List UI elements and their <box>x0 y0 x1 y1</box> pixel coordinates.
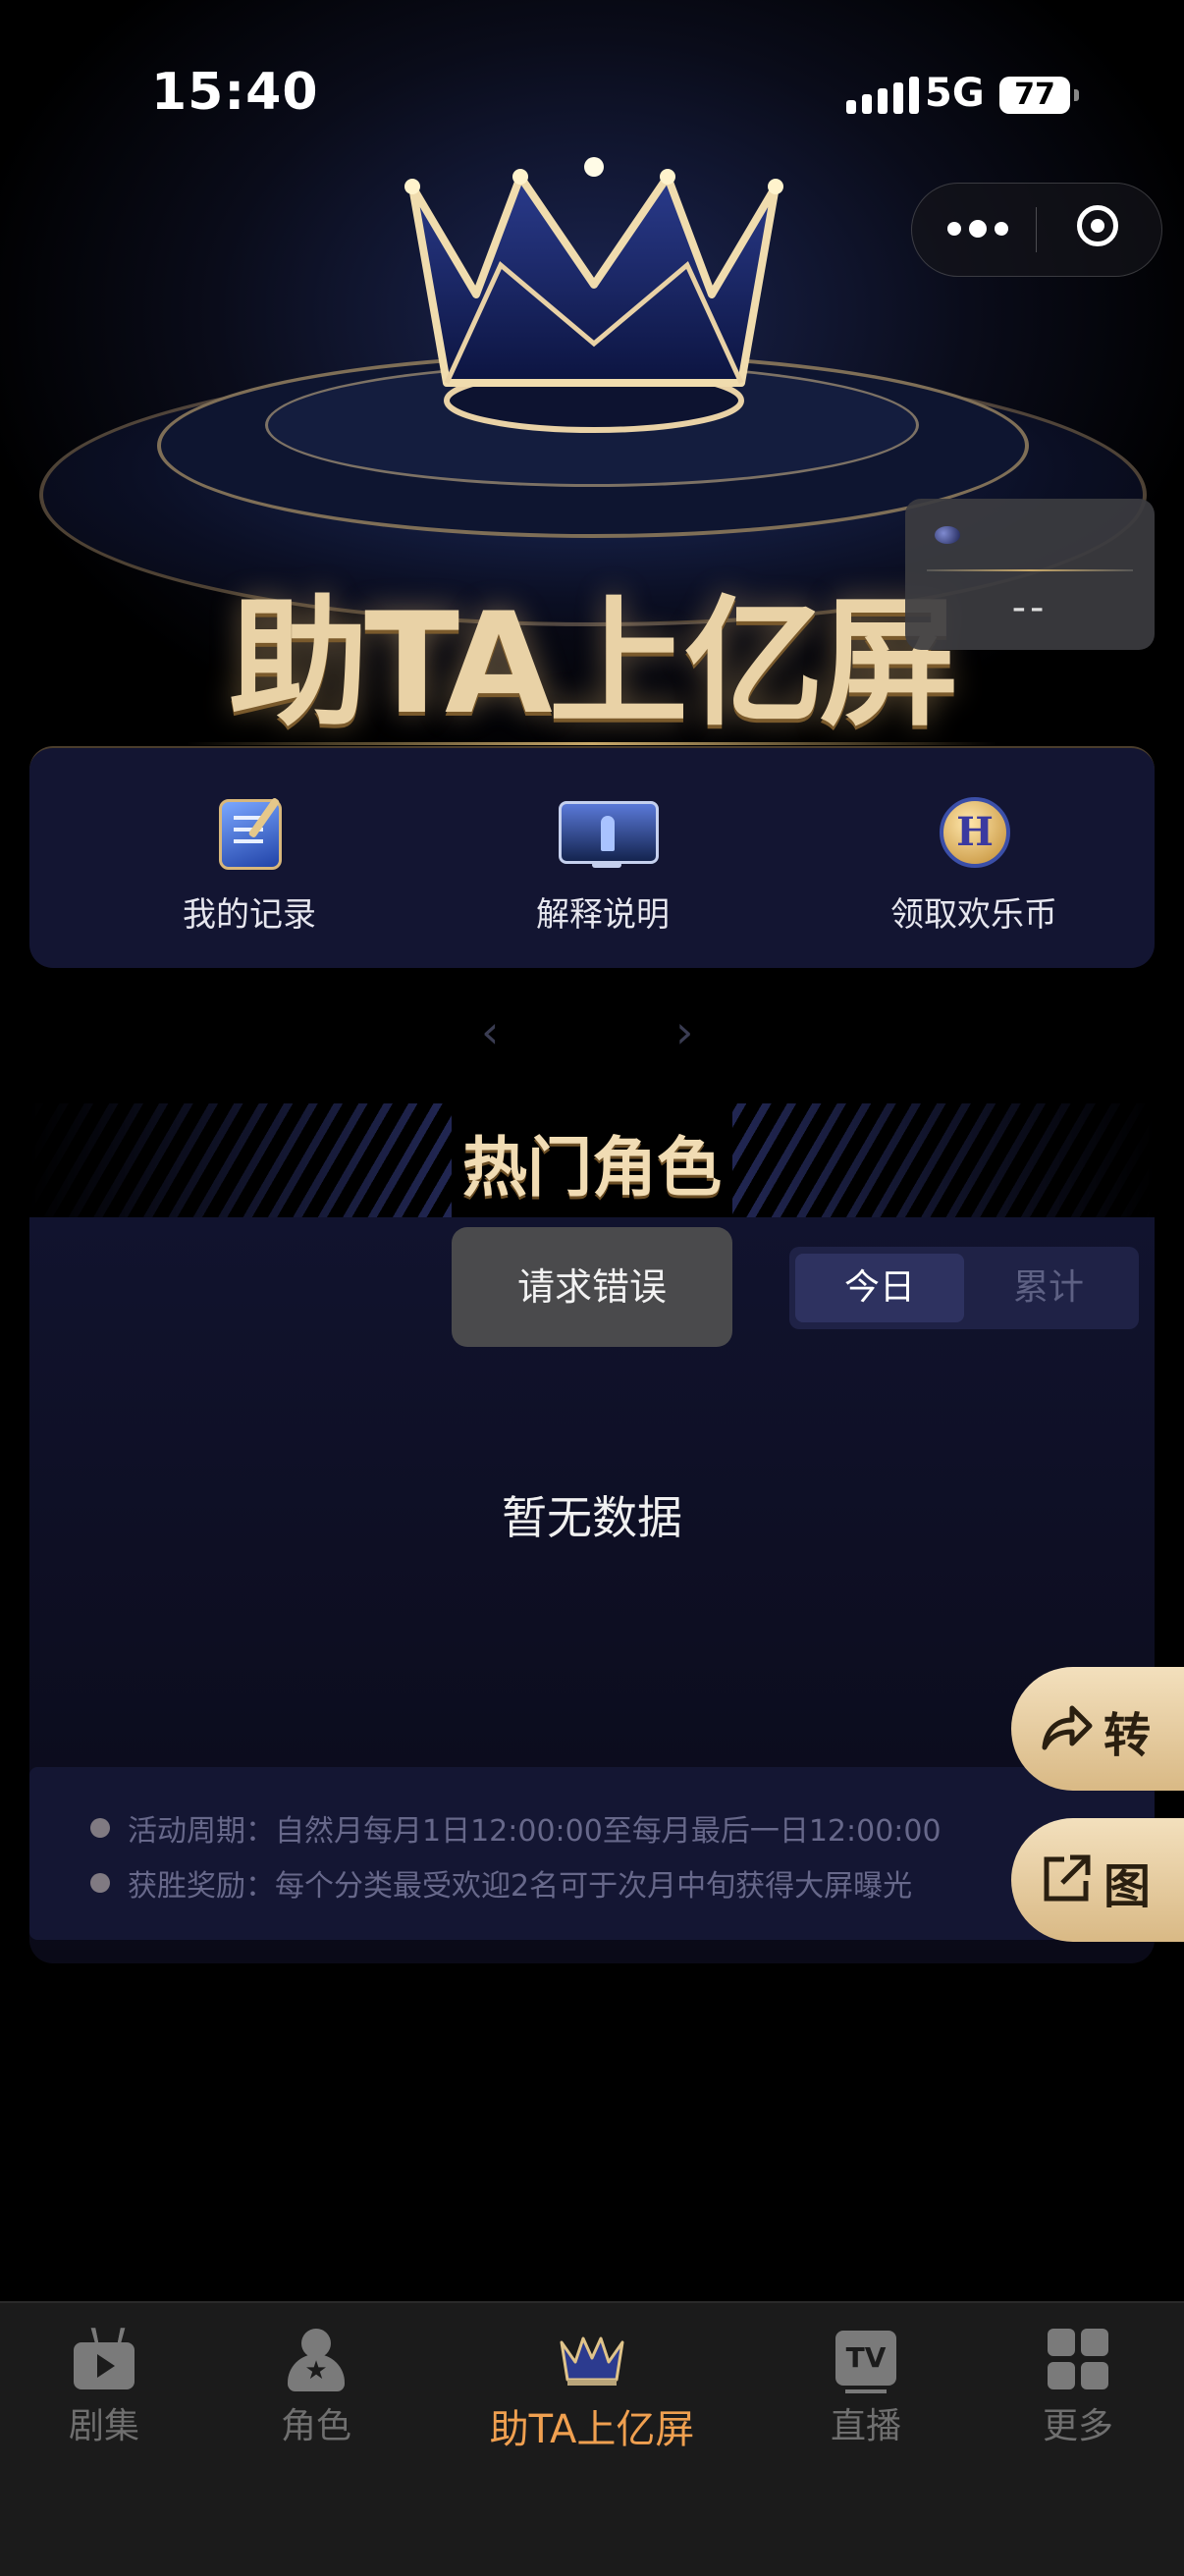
live-tv-icon: TV <box>832 2329 900 2393</box>
image-label: 图 <box>1103 1859 1152 1914</box>
quick-item-claim-coins[interactable]: H 领取欢乐币 <box>827 795 1121 936</box>
tab-today[interactable]: 今日 <box>795 1254 964 1322</box>
capsule-divider <box>1036 207 1037 252</box>
rule-item: 活动周期：自然月每月1日12:00:00至每月最后一日12:00:00 <box>90 1806 942 1850</box>
share-label: 转 <box>1103 1708 1152 1763</box>
close-miniapp-icon[interactable] <box>1077 205 1118 246</box>
hero-divider <box>187 742 997 745</box>
tab-live[interactable]: TV 直播 <box>817 2329 915 2448</box>
image-button[interactable]: 图 <box>1011 1818 1184 1942</box>
record-icon <box>205 795 294 874</box>
tv-badge: TV <box>835 2331 896 2386</box>
status-bar: 15:40 5G 77 <box>0 0 1184 196</box>
floating-widget[interactable]: -- <box>905 499 1155 650</box>
bottom-tab-bar: 剧集 ★ 角色 助TA上亿屏 TV 直播 更多 <box>0 2301 1184 2576</box>
grid-icon <box>1044 2329 1112 2391</box>
empty-state-text: 暂无数据 <box>502 1491 682 1544</box>
tab-cumulative[interactable]: 累计 <box>964 1254 1133 1322</box>
activity-rules: 活动周期：自然月每月1日12:00:00至每月最后一日12:00:00 获胜奖励… <box>29 1767 1155 1940</box>
planet-icon <box>935 526 960 544</box>
prev-arrow-icon[interactable]: ‹ <box>481 1005 499 1058</box>
tab-roles[interactable]: ★ 角色 <box>267 2329 365 2448</box>
error-toast: 请求错误 <box>452 1227 732 1347</box>
quick-menu: 我的记录 解释说明 H 领取欢乐币 <box>29 746 1155 968</box>
signal-icon <box>846 75 919 114</box>
status-time: 15:40 <box>151 63 319 122</box>
share-icon <box>1042 1705 1093 1750</box>
tab-label: 直播 <box>830 2406 901 2446</box>
section-title: 热门角色 <box>462 1130 722 1206</box>
screen-icon <box>559 795 659 874</box>
external-link-icon <box>1044 1854 1091 1902</box>
tab-label: 助TA上亿屏 <box>489 2407 695 2452</box>
more-options-icon[interactable] <box>947 209 1046 248</box>
coin-icon: H <box>930 795 1018 874</box>
tv-icon <box>70 2328 138 2391</box>
network-type: 5G <box>925 71 985 116</box>
widget-divider <box>927 569 1133 571</box>
next-arrow-icon[interactable]: › <box>675 1005 693 1058</box>
tab-more[interactable]: 更多 <box>1029 2329 1127 2448</box>
hot-section-header: 热门角色 <box>29 1103 1155 1217</box>
quick-item-label: 领取欢乐币 <box>890 895 1057 935</box>
quick-item-label: 我的记录 <box>183 895 316 935</box>
rule-item: 获胜奖励：每个分类最受欢迎2名可于次月中旬获得大屏曝光 <box>89 1861 912 1905</box>
quick-item-label: 解释说明 <box>536 895 670 935</box>
widget-value: -- <box>1011 585 1049 630</box>
battery-icon: 77 <box>999 77 1079 114</box>
miniapp-capsule <box>911 183 1162 277</box>
period-toggle: 今日 累计 <box>789 1247 1139 1329</box>
tab-label: 角色 <box>280 2406 351 2446</box>
tab-episodes[interactable]: 剧集 <box>55 2328 153 2448</box>
share-button[interactable]: 转 <box>1011 1667 1184 1791</box>
crown-icon <box>560 2336 624 2386</box>
tab-label: 剧集 <box>68 2406 139 2446</box>
tab-label: 更多 <box>1042 2406 1113 2446</box>
quick-item-my-records[interactable]: 我的记录 <box>102 795 397 936</box>
quick-item-explanation[interactable]: 解释说明 <box>456 795 750 936</box>
role-icon: ★ <box>282 2329 350 2391</box>
tab-boost-screen[interactable]: 助TA上亿屏 <box>461 2329 723 2454</box>
